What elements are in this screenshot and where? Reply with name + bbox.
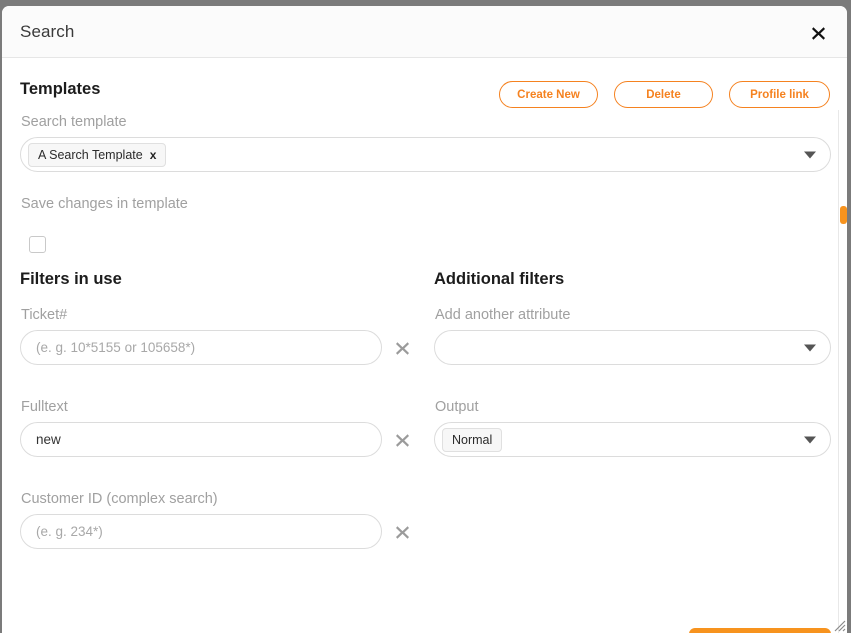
add-attribute-select[interactable] [434,330,831,365]
customer-id-label: Customer ID (complex search) [21,491,218,507]
resize-handle[interactable] [830,616,846,632]
search-template-chip-label: A Search Template [38,148,143,162]
fulltext-input[interactable] [20,422,382,457]
output-select[interactable]: Normal [434,422,831,457]
save-changes-checkbox[interactable] [29,236,46,253]
search-button[interactable]: Search [689,628,831,633]
add-attribute-label: Add another attribute [435,307,570,323]
dialog-header: Search [2,6,847,58]
vertical-scrollbar[interactable] [838,110,847,633]
delete-button[interactable]: Delete [614,81,713,108]
ticket-number-label: Ticket# [21,307,67,323]
output-chip-label: Normal [452,433,492,447]
ticket-number-clear-icon[interactable] [393,339,411,357]
search-template-label: Search template [21,114,127,130]
customer-id-input[interactable] [20,514,382,549]
search-template-chip[interactable]: A Search Template x [28,143,166,167]
output-chip[interactable]: Normal [442,428,502,452]
scrollbar-thumb[interactable] [840,206,847,224]
customer-id-clear-icon[interactable] [393,523,411,541]
dialog-body: Templates Create New Delete Profile link… [2,58,847,633]
ticket-number-input[interactable] [20,330,382,365]
chevron-down-icon [804,344,816,351]
save-changes-label: Save changes in template [21,196,188,212]
output-label: Output [435,399,479,415]
fulltext-clear-icon[interactable] [393,431,411,449]
profile-link-button[interactable]: Profile link [729,81,830,108]
dialog-title: Search [20,22,74,42]
search-dialog: Search Templates Create New Delete Profi… [2,6,847,633]
chip-remove-icon[interactable]: x [150,149,157,161]
filters-in-use-heading: Filters in use [20,270,122,289]
close-icon[interactable] [805,20,831,46]
search-template-select[interactable]: A Search Template x [20,137,831,172]
chevron-down-icon [804,436,816,443]
fulltext-label: Fulltext [21,399,68,415]
additional-filters-heading: Additional filters [434,270,564,289]
templates-heading: Templates [20,80,100,99]
create-new-button[interactable]: Create New [499,81,598,108]
chevron-down-icon [804,151,816,158]
